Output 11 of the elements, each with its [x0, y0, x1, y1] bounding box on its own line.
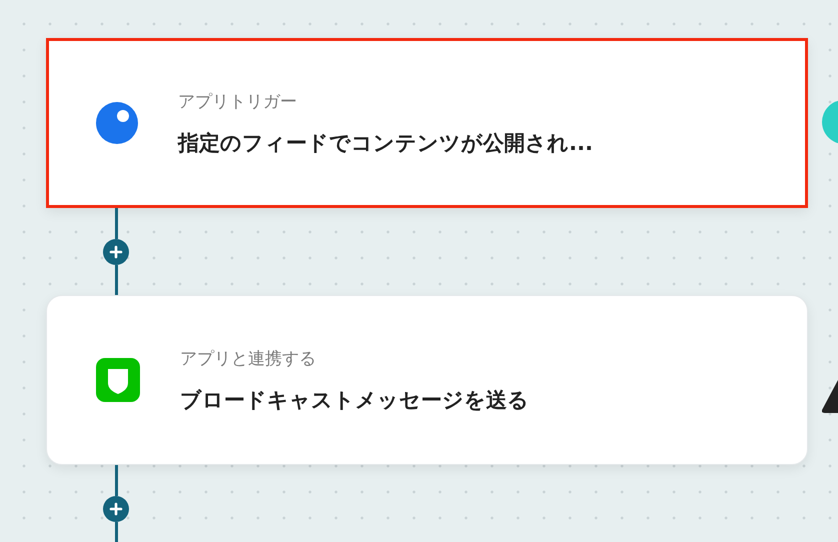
warning-icon	[822, 380, 838, 414]
step-card[interactable]: アプリトリガー 指定のフィードでコンテンツが公開され...	[46, 38, 808, 208]
dot-icon	[96, 102, 138, 144]
step-title: 指定のフィードでコンテンツが公開され...	[178, 130, 593, 156]
step-title: ブロードキャストメッセージを送る	[180, 386, 529, 414]
add-step-icon[interactable]	[103, 496, 129, 522]
step-label: アプリトリガー	[178, 90, 298, 112]
step-card[interactable]: アプリと連携する ブロードキャストメッセージを送る	[46, 295, 808, 465]
step-label: アプリと連携する	[180, 348, 317, 370]
shield-app-icon	[96, 358, 140, 402]
add-step-icon[interactable]	[103, 238, 129, 264]
